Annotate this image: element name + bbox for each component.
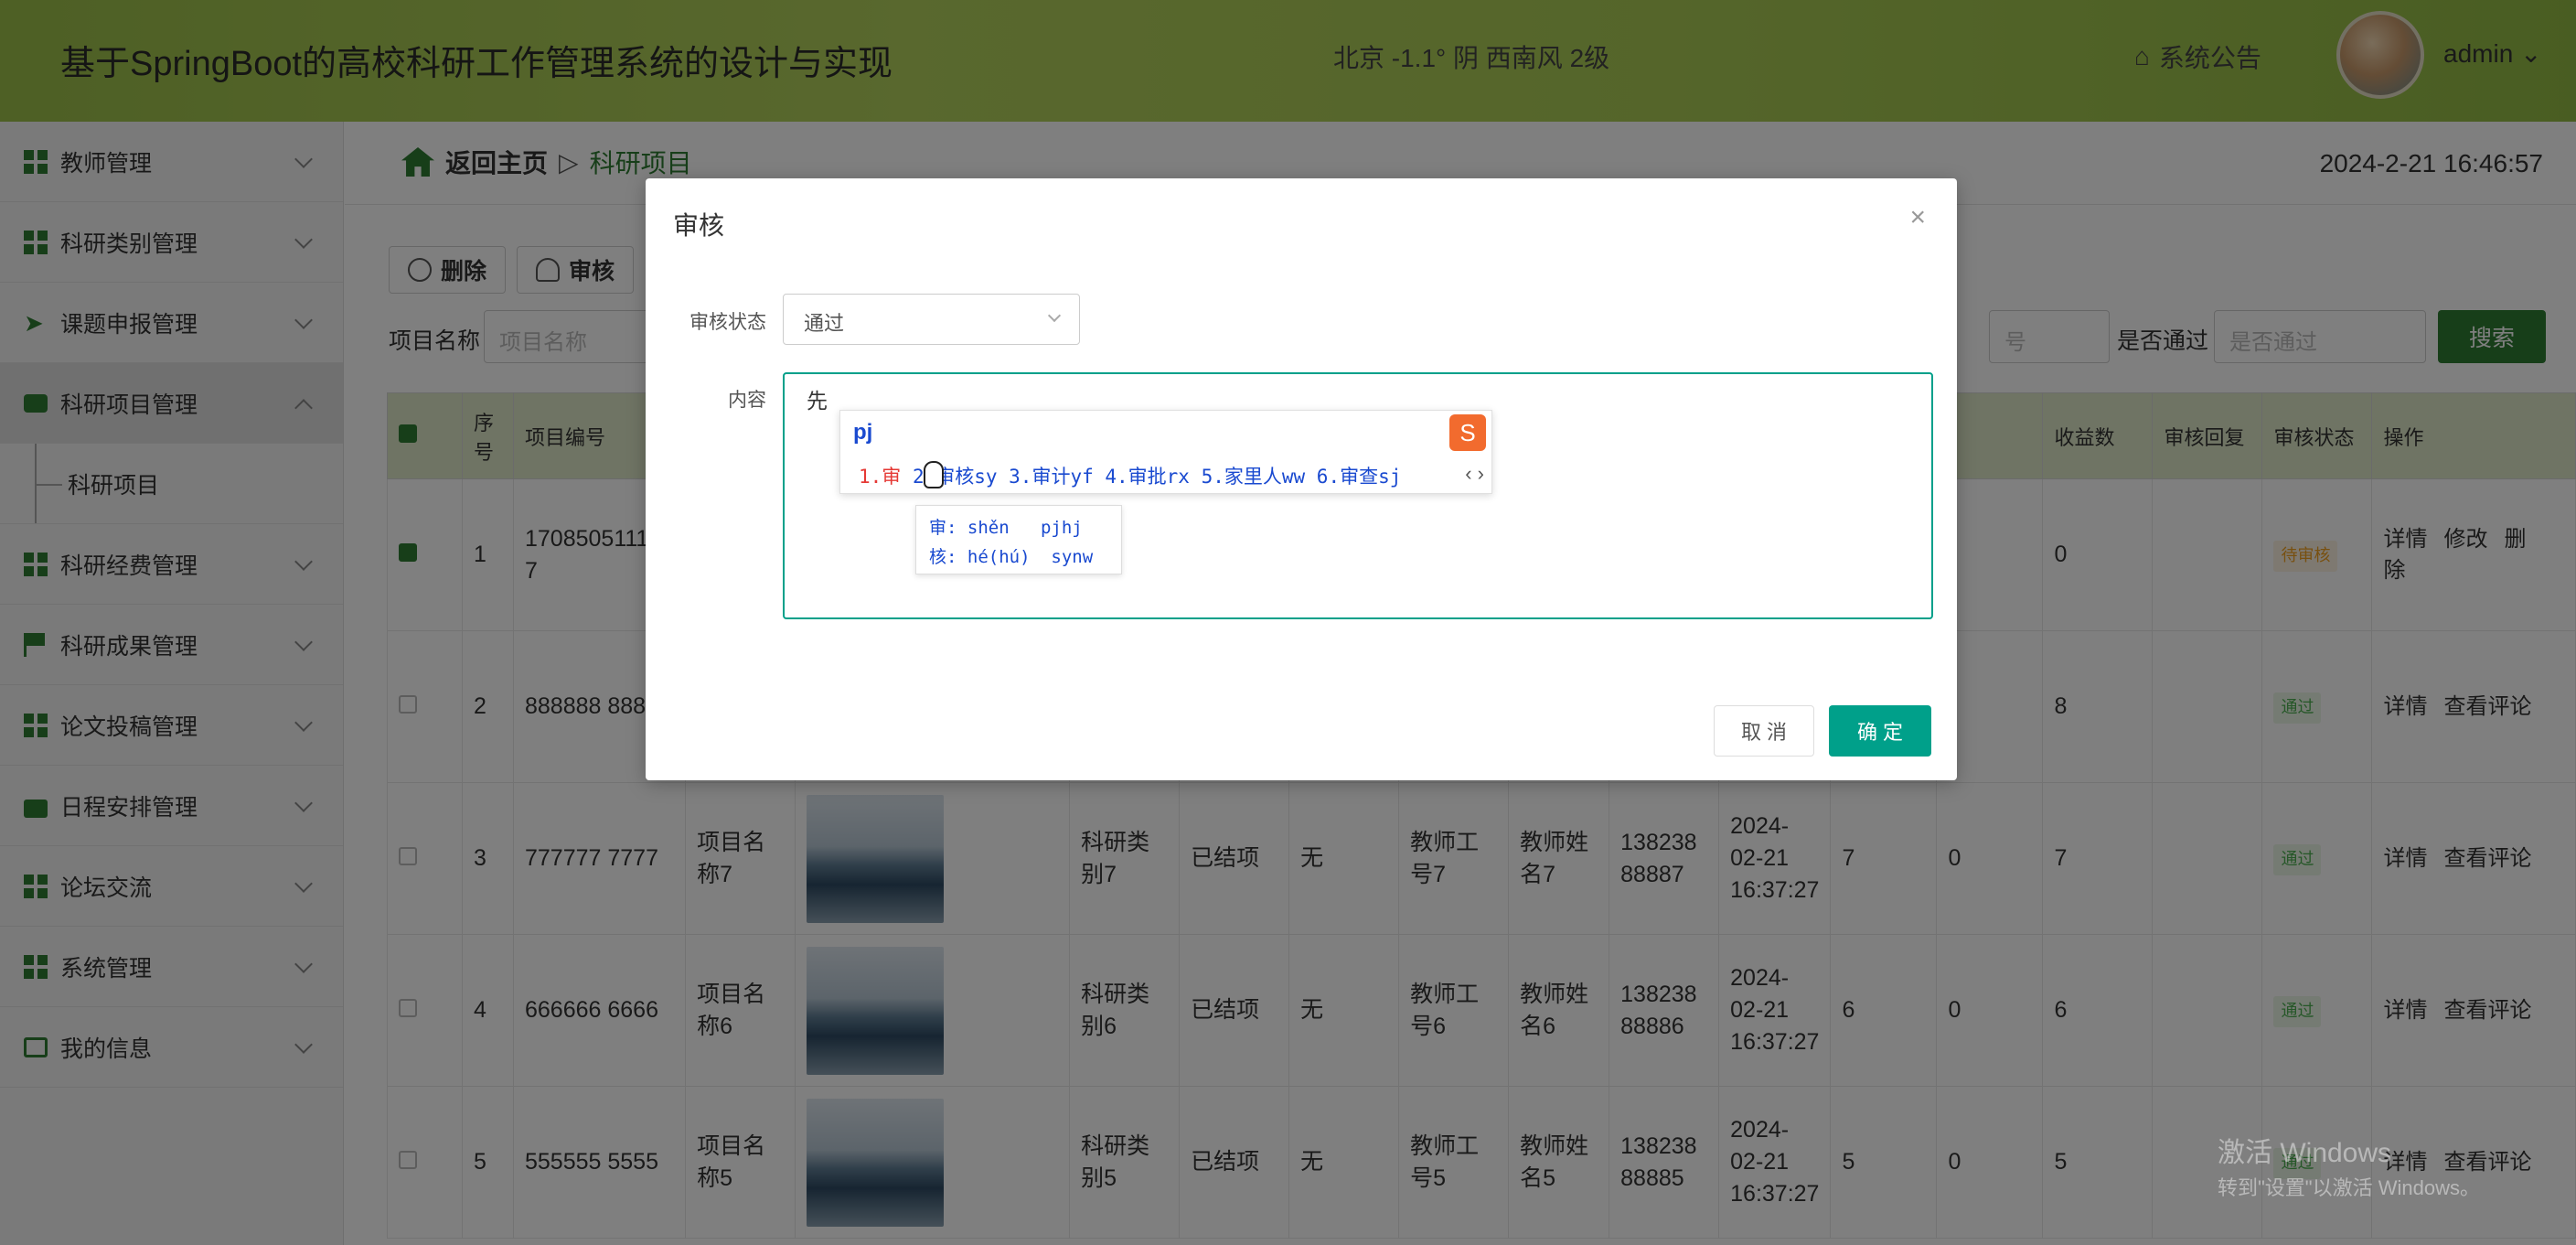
ime-candidate-list[interactable]: 2.审核sy 3.审计yf 4.审批rx 5.家里人ww 6.审查sj xyxy=(901,466,1401,488)
ime-logo-icon[interactable]: S xyxy=(1449,414,1486,451)
windows-activation-watermark: 激活 Windows 转到"设置"以激活 Windows。 xyxy=(2218,1136,2480,1206)
status-label: 审核状态 xyxy=(689,312,766,333)
chevron-down-icon xyxy=(1047,308,1062,323)
ime-candidate-first[interactable]: 1.审 xyxy=(859,466,901,488)
content-label: 内容 xyxy=(728,390,766,411)
ime-composition: pj xyxy=(853,420,873,445)
watermark-line2: 转到"设置"以激活 Windows。 xyxy=(2218,1176,2480,1199)
confirm-button[interactable]: 确 定 xyxy=(1829,705,1931,757)
watermark-line1: 激活 Windows xyxy=(2218,1138,2392,1168)
ime-hint-line1: 审: shěn pjhj xyxy=(929,518,1083,538)
ime-hint-line2: 核: hé(hú) synw xyxy=(929,547,1094,567)
content-value: 先 xyxy=(807,389,828,413)
cancel-button[interactable]: 取 消 xyxy=(1714,705,1814,757)
ime-hint-box: 审: shěn pjhj 核: hé(hú) synw xyxy=(915,505,1122,574)
audit-status-select[interactable]: 通过 xyxy=(783,294,1080,345)
mouse-cursor-icon xyxy=(924,461,944,488)
ime-page-nav[interactable]: ‹ › xyxy=(1465,462,1484,486)
audit-status-value: 通过 xyxy=(804,312,845,335)
dialog-title: 审核 xyxy=(673,211,725,240)
close-icon[interactable]: × xyxy=(1909,202,1926,233)
